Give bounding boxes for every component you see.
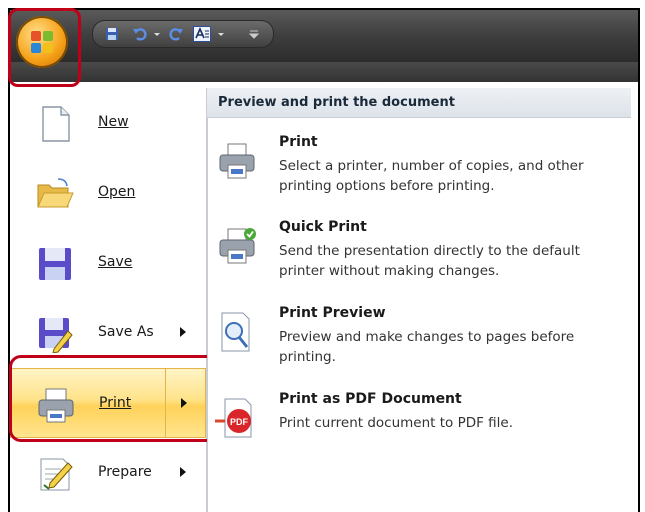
menu-item-label: Prepare bbox=[98, 464, 152, 480]
option-description: Preview and make changes to pages before… bbox=[279, 329, 575, 365]
option-title: Print Preview bbox=[279, 305, 386, 321]
save-disk-icon bbox=[39, 248, 71, 280]
quick-print-icon bbox=[219, 228, 256, 264]
option-quick-print[interactable]: Quick Print Send the presentation direct… bbox=[215, 219, 625, 285]
option-description: Select a printer, number of copies, and … bbox=[279, 158, 584, 194]
option-title: Quick Print bbox=[279, 219, 367, 235]
menu-item-new[interactable]: New bbox=[10, 88, 206, 158]
menu-item-prepare[interactable]: Prepare bbox=[10, 438, 206, 508]
right-pane-title: Preview and print the document bbox=[218, 95, 455, 110]
pdf-icon: PDF bbox=[215, 398, 252, 438]
option-description: Print current document to PDF file. bbox=[279, 415, 514, 431]
undo-dropdown-icon[interactable] bbox=[153, 27, 161, 41]
spelling-icon[interactable] bbox=[193, 26, 211, 42]
save-icon[interactable] bbox=[105, 27, 119, 41]
option-title: Print as PDF Document bbox=[279, 391, 462, 407]
customize-qat-icon[interactable] bbox=[249, 27, 259, 41]
option-title: Print bbox=[279, 134, 318, 150]
save-as-icon bbox=[39, 318, 73, 353]
ribbon-strip bbox=[10, 62, 638, 82]
menu-item-label: Save As bbox=[98, 324, 154, 340]
option-description: Send the presentation directly to the de… bbox=[279, 243, 580, 279]
printer-icon bbox=[219, 143, 255, 179]
office-button-highlight bbox=[8, 8, 81, 87]
new-document-icon bbox=[42, 106, 70, 142]
right-pane-header: Preview and print the document bbox=[207, 88, 631, 118]
print-preview-icon bbox=[221, 312, 250, 352]
option-print-preview[interactable]: Print Preview Preview and make changes t… bbox=[215, 305, 625, 371]
quick-access-toolbar bbox=[92, 20, 274, 48]
submenu-arrow-icon bbox=[180, 467, 186, 477]
redo-icon[interactable] bbox=[169, 27, 183, 41]
menu-item-label: Save bbox=[98, 254, 133, 270]
menu-item-label: Open bbox=[98, 184, 136, 200]
prepare-icon bbox=[40, 458, 73, 491]
menu-item-label: New bbox=[98, 114, 129, 130]
print-item-highlight bbox=[9, 355, 218, 442]
option-print-pdf[interactable]: PDF Print as PDF Document Print current … bbox=[215, 391, 625, 441]
menu-item-save[interactable]: Save bbox=[10, 228, 206, 298]
menu-item-open[interactable]: Open bbox=[10, 158, 206, 228]
open-folder-icon bbox=[37, 178, 74, 208]
submenu-arrow-icon bbox=[180, 327, 186, 337]
spelling-dropdown-icon[interactable] bbox=[217, 27, 225, 41]
svg-text:PDF: PDF bbox=[230, 417, 249, 427]
option-print[interactable]: Print Select a printer, number of copies… bbox=[215, 134, 625, 200]
undo-icon[interactable] bbox=[133, 27, 147, 41]
